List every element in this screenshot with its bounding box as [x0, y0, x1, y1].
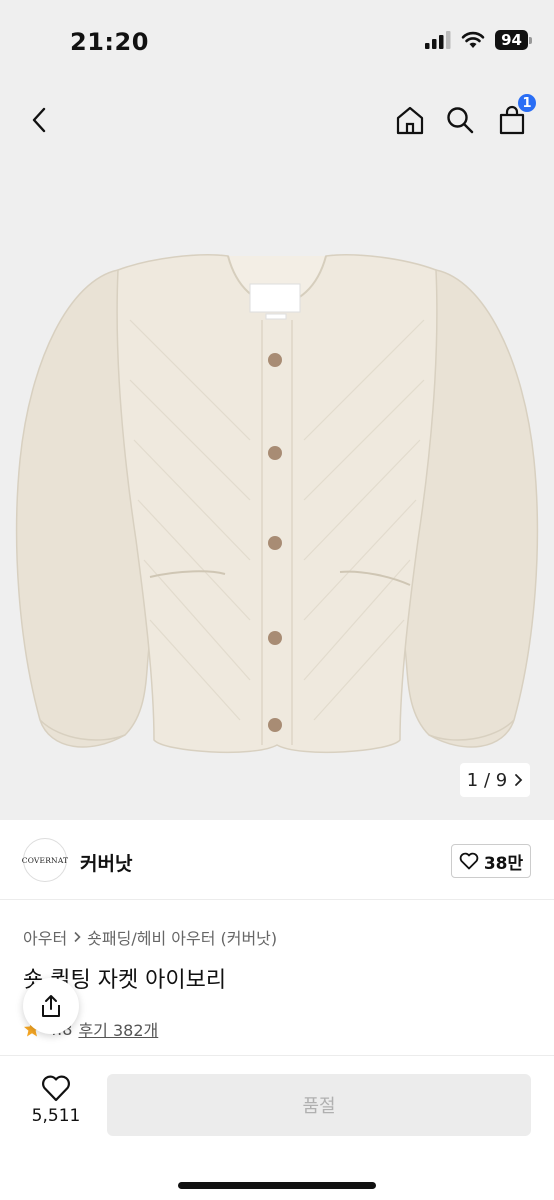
brand-name[interactable]: 커버낫	[80, 849, 132, 876]
battery-level: 94	[495, 30, 528, 50]
breadcrumb-item[interactable]: 숏패딩/헤비 아우터 (커버낫)	[87, 925, 277, 949]
search-button[interactable]	[440, 100, 480, 140]
top-nav: 1	[0, 90, 554, 150]
signal-icon	[425, 31, 451, 49]
cart-badge: 1	[516, 92, 538, 114]
home-icon	[396, 106, 424, 135]
share-icon	[42, 995, 60, 1017]
battery-icon: 94	[495, 30, 532, 50]
chevron-right-icon	[74, 931, 81, 943]
status-bar: 21:20 94	[0, 0, 554, 84]
brand-like-button[interactable]: 38만	[451, 844, 531, 878]
home-button[interactable]	[390, 100, 430, 140]
brand-logo[interactable]: COVERNAT	[21, 838, 69, 882]
wifi-icon	[461, 31, 485, 48]
back-button[interactable]	[20, 100, 60, 140]
wishlist-button[interactable]: 5,511	[25, 1074, 87, 1126]
breadcrumb: 아우터 숏패딩/헤비 아우터 (커버낫)	[23, 925, 277, 949]
sold-out-button[interactable]: 품절	[107, 1074, 531, 1136]
breadcrumb-item[interactable]: 아우터	[23, 925, 67, 949]
heart-icon	[42, 1075, 70, 1102]
home-indicator	[178, 1182, 376, 1189]
chevron-left-icon	[32, 107, 46, 133]
product-image[interactable]	[0, 240, 554, 780]
brand-like-count: 38만	[483, 853, 524, 874]
chevron-right-icon	[515, 774, 523, 786]
brand-row: COVERNAT 커버낫 38만	[0, 820, 554, 900]
search-icon	[447, 107, 474, 134]
image-counter-text: 1 / 9	[466, 769, 508, 791]
product-gallery[interactable]: 21:20 94 1 1 / 9	[0, 0, 554, 820]
cart-button[interactable]: 1	[492, 92, 538, 140]
status-time: 21:20	[70, 28, 149, 56]
share-button[interactable]	[23, 978, 79, 1034]
status-icons: 94	[425, 30, 532, 50]
heart-icon	[459, 852, 479, 870]
bottom-action-bar: 5,511 품절	[0, 1055, 554, 1200]
brand-logo-text: COVERNAT	[21, 855, 69, 865]
wishlist-count: 5,511	[31, 1106, 81, 1126]
image-counter[interactable]: 1 / 9	[460, 763, 530, 797]
review-link[interactable]: 후기 382개	[78, 1017, 158, 1041]
